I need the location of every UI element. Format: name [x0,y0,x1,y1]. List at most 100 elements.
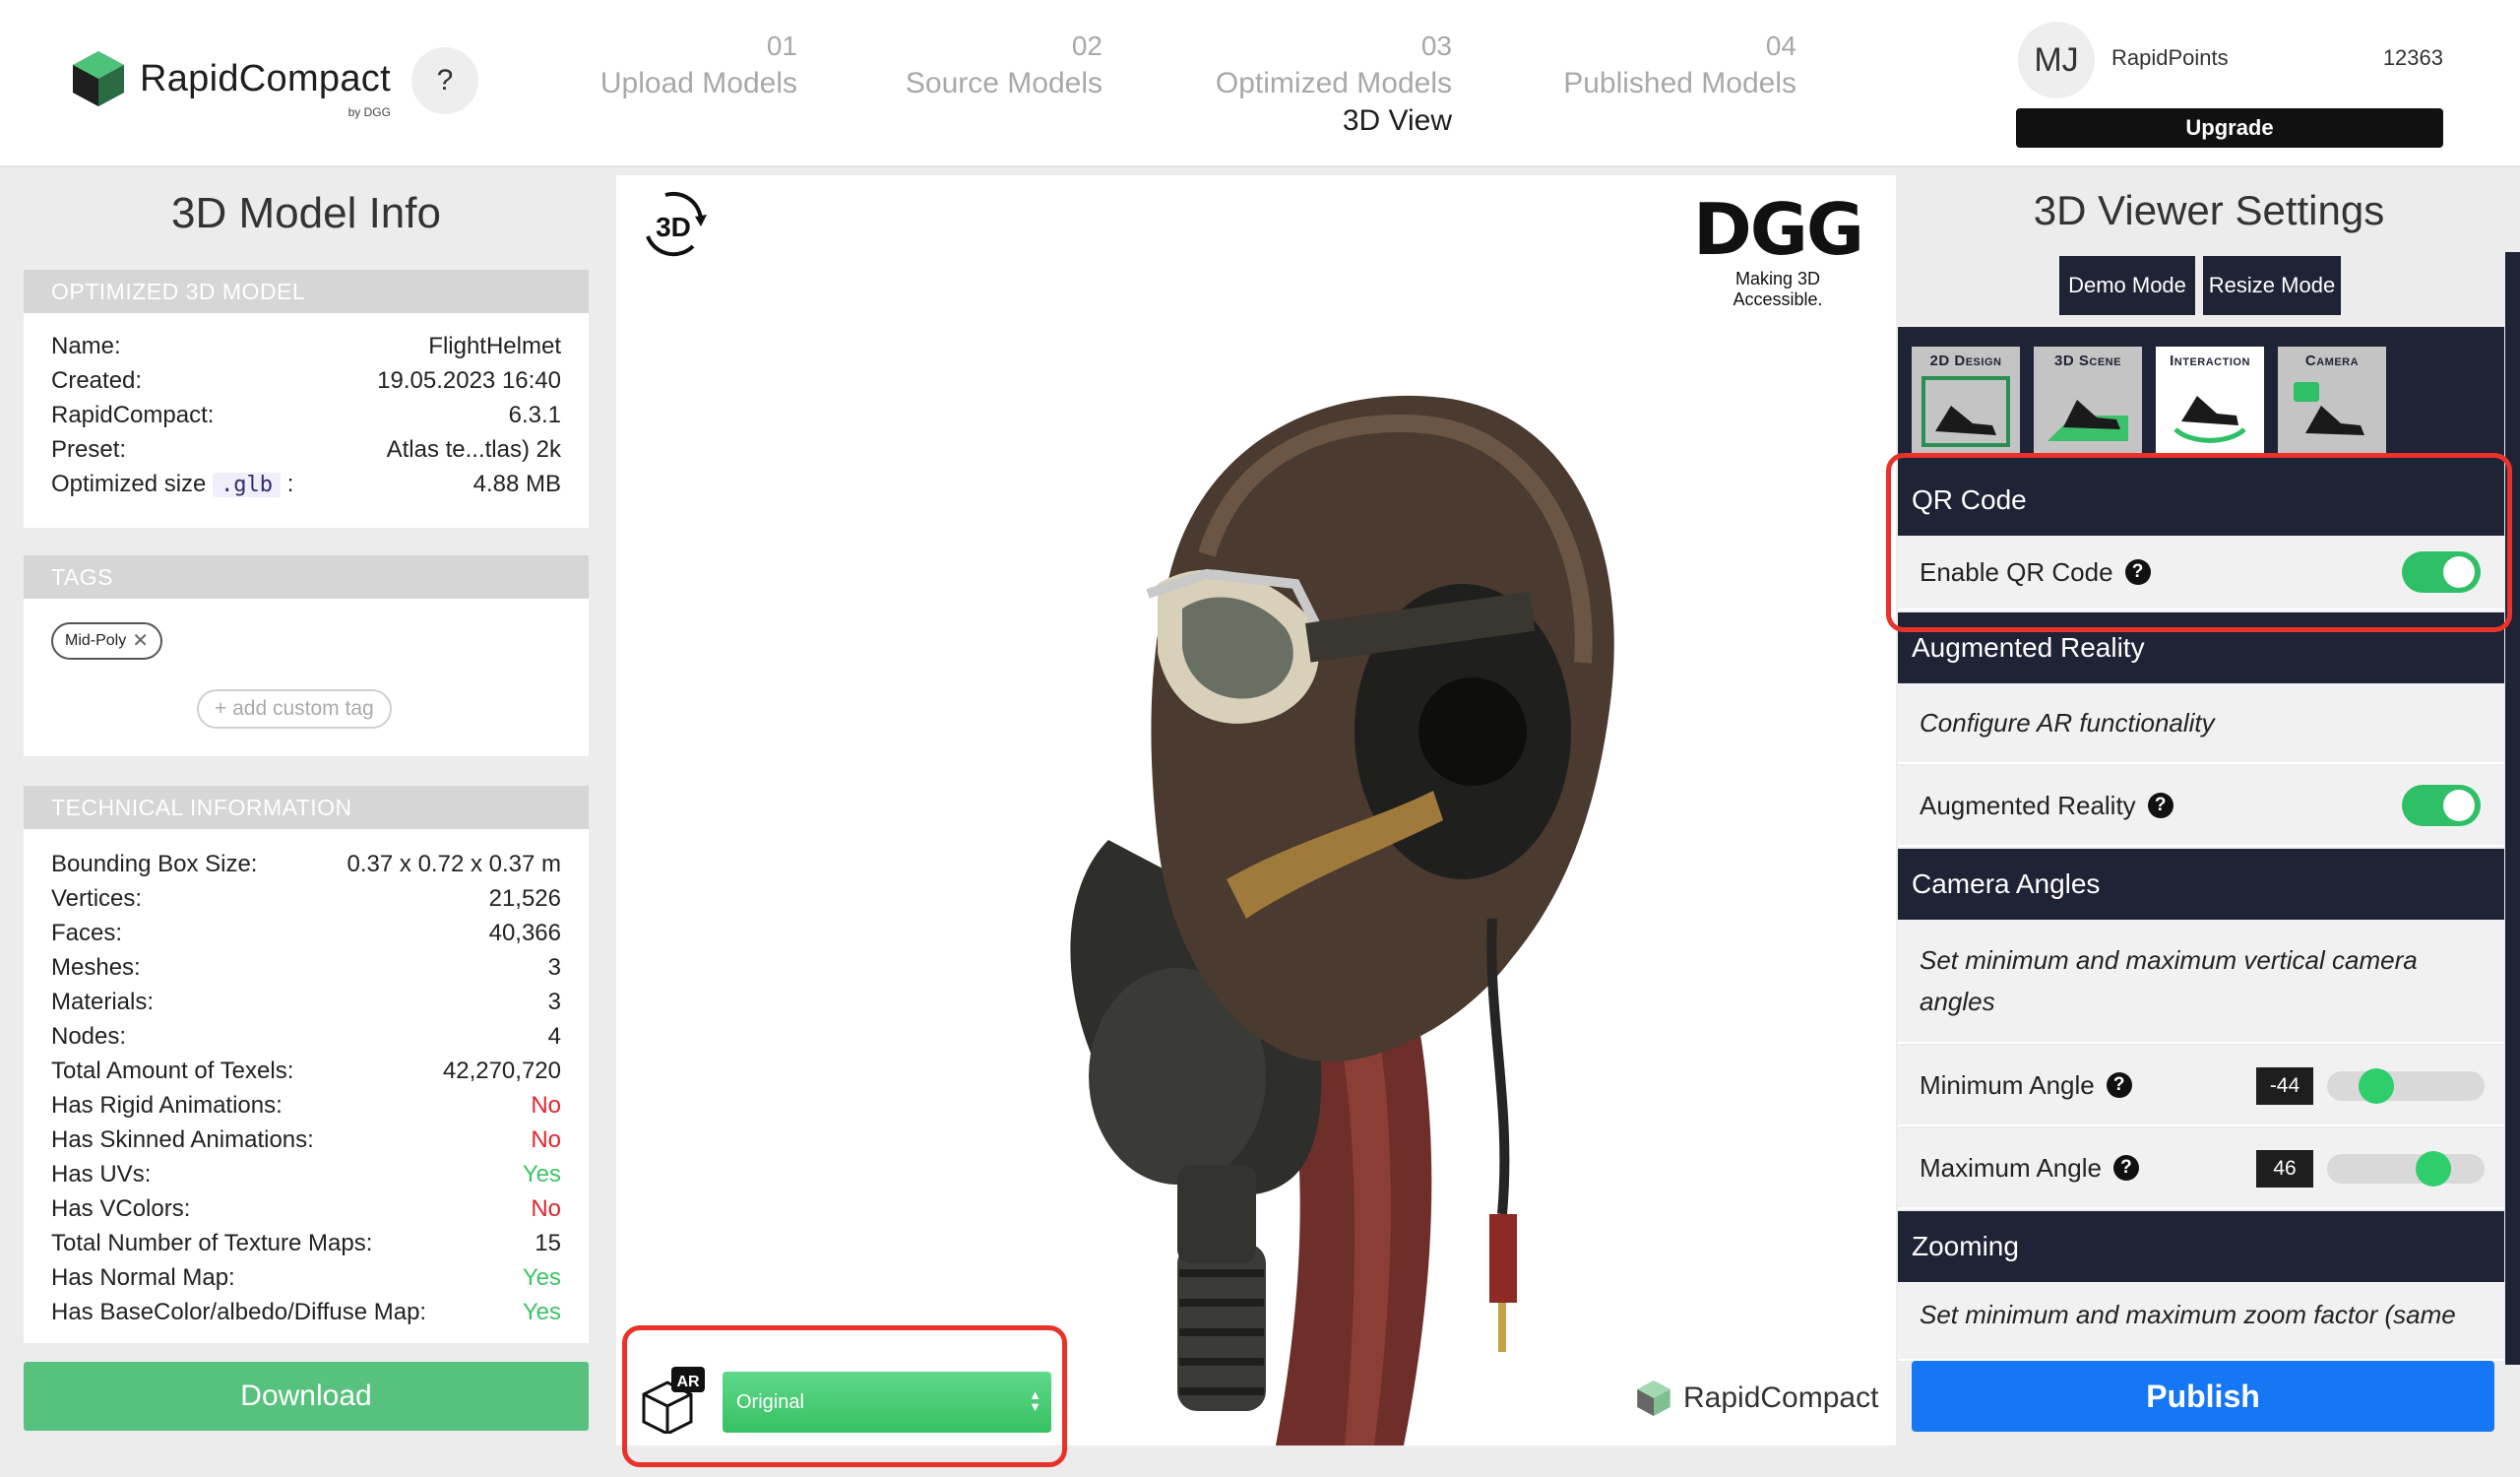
dgg-logo: DGG Making 3D Accessible. [1689,188,1866,310]
slider-thumb[interactable] [2359,1068,2394,1104]
cube-logo-icon [73,51,124,106]
tech-info-row: Has Rigid Animations: No [24,1088,589,1123]
add-custom-tag-button[interactable]: + add custom tag [197,689,392,729]
settings-tab-strip: 2D Design 3D Scene Interaction Camera [1898,327,2504,465]
info-row: Created: 19.05.2023 16:40 [24,363,589,398]
maximum-angle-slider[interactable] [2327,1151,2485,1187]
close-icon[interactable]: ✕ [132,624,149,658]
info-key: Bounding Box Size: [51,851,258,877]
step-number: 04 [1765,31,1796,61]
rapidcompact-logo[interactable]: RapidCompact by DGG [71,49,391,119]
info-value: Yes [522,1299,561,1325]
info-key: Preset: [51,436,127,463]
shoe-rotate-icon [2174,396,2246,443]
info-value: 21,526 [488,885,561,912]
ar-description: Configure AR functionality [1898,683,2504,764]
technical-information-card: TECHNICAL INFORMATION Bounding Box Size:… [24,786,589,1343]
camera-icon [2294,382,2364,435]
info-value: No [531,1126,561,1153]
tech-info-row: Total Number of Texture Maps: 15 [24,1226,589,1260]
info-row-size: Optimized size .glb : 4.88 MB [24,467,589,501]
camera-angles-header: Camera Angles [1898,849,2504,920]
app-name: RapidCompact [140,57,391,99]
maximum-angle-row: Maximum Angle? 46 [1898,1128,2504,1209]
tech-info-row: Has UVs: Yes [24,1157,589,1191]
watermark-text: RapidCompact [1683,1381,1879,1414]
3d-viewer-canvas[interactable]: 3D DGG Making 3D Accessible. AR Original… [616,175,1896,1445]
info-key: Total Number of Texture Maps: [51,1230,373,1256]
minimum-angle-value[interactable]: -44 [2256,1067,2313,1105]
info-key: Has Skinned Animations: [51,1126,314,1153]
step-upload-models[interactable]: 01 Upload Models [571,28,797,102]
tab-2d-design[interactable]: 2D Design [1912,347,2020,455]
ar-cube-icon[interactable]: AR [636,1367,707,1436]
tags-card: TAGS Mid-Poly ✕ + add custom tag [24,555,589,756]
demo-mode-button[interactable]: Demo Mode [2059,256,2195,315]
question-icon[interactable]: ? [2112,1155,2139,1181]
question-icon[interactable]: ? [2106,1072,2132,1098]
settings-scrollbar[interactable] [2505,252,2520,1365]
minimum-angle-slider[interactable] [2327,1068,2485,1104]
tag-chip[interactable]: Mid-Poly ✕ [51,622,162,660]
select-arrows-icon: ▲ ▼ [1029,1387,1041,1414]
info-key: Has Rigid Animations: [51,1092,283,1119]
info-key: Has Normal Map: [51,1264,235,1291]
card-header: OPTIMIZED 3D MODEL [24,270,589,313]
resize-mode-button[interactable]: Resize Mode [2203,256,2341,315]
panel-title: 3D Model Info [171,189,441,237]
step-published-models[interactable]: 04 Published Models [1536,28,1796,102]
tab-interaction[interactable]: Interaction [2156,347,2264,455]
zooming-header: Zooming [1898,1211,2504,1282]
3d-rotate-icon[interactable]: 3D [636,187,711,262]
setting-label: Maximum Angle [1920,1152,2102,1183]
app-by: by DGG [347,104,391,119]
info-key-colon: : [286,471,294,497]
info-value: No [531,1092,561,1119]
toggle-knob [2443,790,2475,821]
info-value: Yes [522,1264,561,1291]
augmented-reality-row: Augmented Reality? [1898,766,2504,847]
settings-scroll-body[interactable]: QR Code Enable QR Code? Augmented Realit… [1898,465,2504,1477]
step-number: 03 [1420,31,1452,61]
question-icon[interactable]: ? [2147,793,2174,818]
publish-button[interactable]: Publish [1912,1361,2494,1432]
zooming-description: Set minimum and maximum zoom factor (sam… [1898,1282,2504,1361]
rapidpoints-label: RapidPoints [2111,45,2229,70]
step-optimized-models[interactable]: 03 Optimized Models 3D View [1181,28,1452,140]
qr-code-toggle[interactable] [2402,551,2481,593]
help-icon: ? [436,64,454,96]
step-label: Source Models [905,67,1102,99]
slider-thumb[interactable] [2416,1151,2451,1187]
info-key: Vertices: [51,885,143,912]
augmented-reality-toggle[interactable] [2402,785,2481,826]
icon-3d-text: 3D [656,212,691,242]
augmented-reality-header: Augmented Reality [1898,612,2504,683]
tech-info-row: Has Normal Map: Yes [24,1260,589,1295]
step-label: Optimized Models [1215,67,1452,99]
user-avatar[interactable]: MJ [2018,22,2095,98]
panel-title: 3D Viewer Settings [2033,187,2385,233]
help-button[interactable]: ? [411,47,478,114]
file-extension-badge: .glb [213,473,282,497]
tab-3d-scene[interactable]: 3D Scene [2034,347,2142,455]
question-icon[interactable]: ? [2124,559,2151,585]
upgrade-button[interactable]: Upgrade [2016,108,2443,148]
tech-info-row: Meshes: 3 [24,950,589,985]
card-header: TECHNICAL INFORMATION [24,786,589,829]
info-value: No [531,1195,561,1222]
model-info-panel: 3D Model Info OPTIMIZED 3D MODEL Name: Fl… [0,169,612,1477]
qr-code-header: QR Code [1898,465,2504,536]
download-button[interactable]: Download [24,1362,589,1431]
info-key: Materials: [51,989,155,1015]
model-variant-select[interactable]: Original ▲ ▼ [723,1372,1051,1433]
tab-camera[interactable]: Camera [2278,347,2386,455]
maximum-angle-value[interactable]: 46 [2256,1150,2313,1188]
setting-label: Minimum Angle [1920,1069,2095,1100]
variant-selected-value: Original [736,1390,804,1413]
step-number: 02 [1071,31,1102,61]
info-value: 0.37 x 0.72 x 0.37 m [346,851,561,877]
step-source-models[interactable]: 02 Source Models [876,28,1102,102]
minimum-angle-row: Minimum Angle? -44 [1898,1046,2504,1126]
info-value: Yes [522,1161,561,1188]
info-value: FlightHelmet [428,333,561,359]
